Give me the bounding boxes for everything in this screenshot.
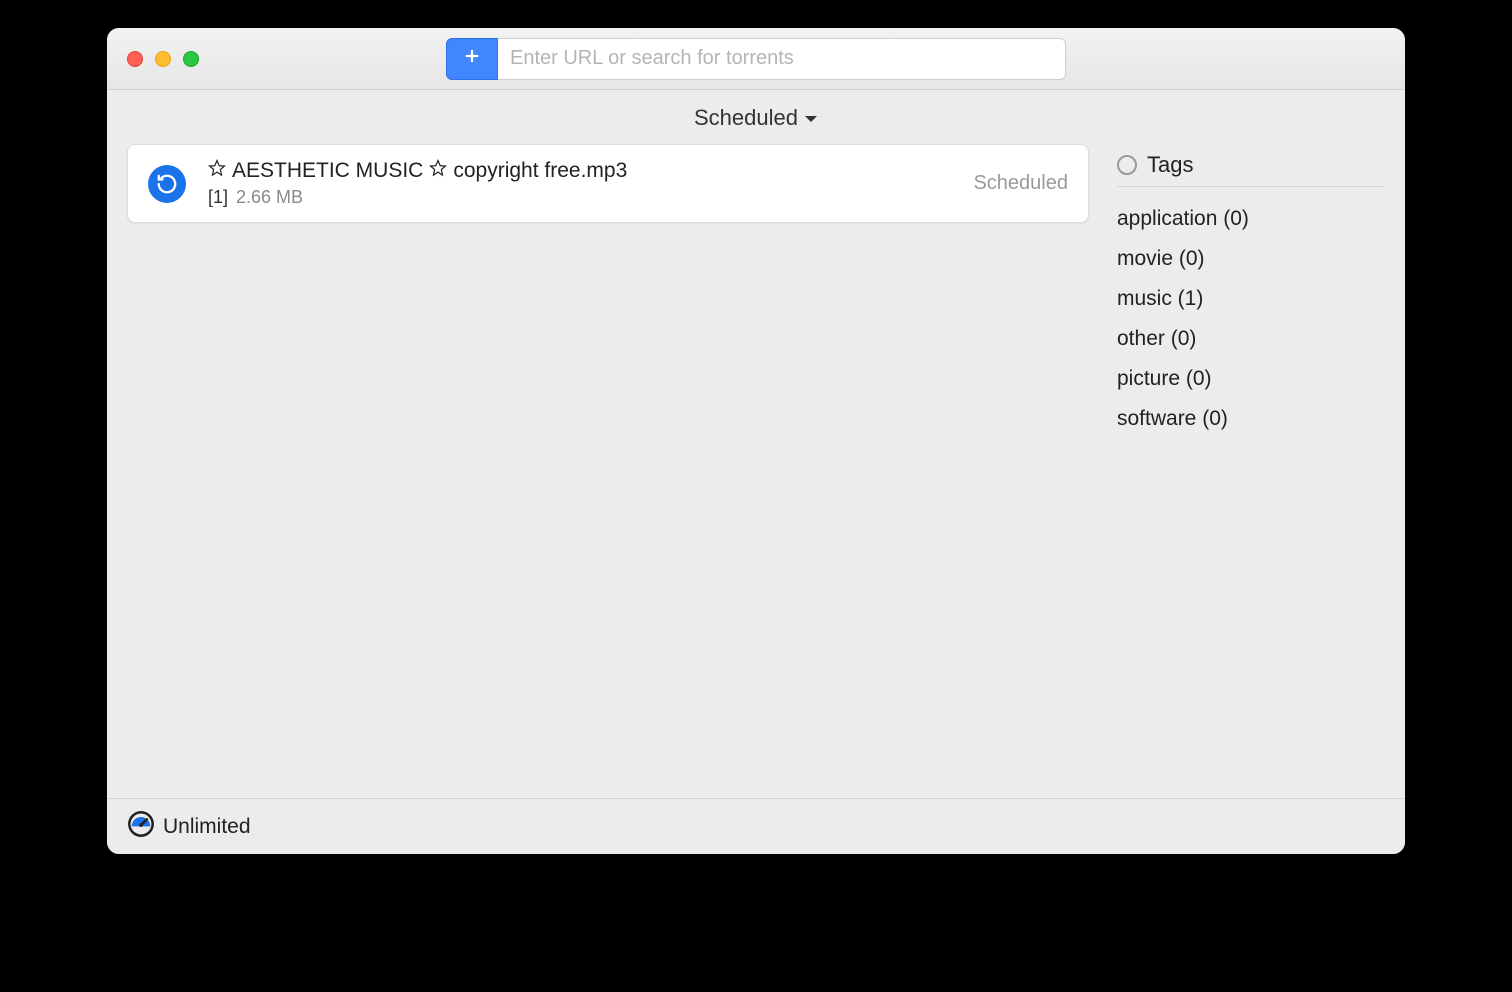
tag-item-software[interactable]: software (0) bbox=[1117, 399, 1385, 439]
download-title-text-2: copyright free.mp3 bbox=[453, 159, 627, 183]
download-info: AESTHETIC MUSIC copyright free.mp3 [1] 2… bbox=[208, 159, 951, 208]
speedometer-icon[interactable] bbox=[127, 810, 155, 843]
scheduled-icon bbox=[148, 165, 186, 203]
download-status: Scheduled bbox=[973, 172, 1068, 195]
tag-item-movie[interactable]: movie (0) bbox=[1117, 239, 1385, 279]
plus-icon bbox=[463, 47, 481, 70]
main-area: AESTHETIC MUSIC copyright free.mp3 [1] 2… bbox=[107, 138, 1405, 798]
window-controls bbox=[127, 51, 199, 67]
star-icon bbox=[208, 159, 226, 183]
filter-label: Scheduled bbox=[694, 105, 798, 131]
filter-dropdown[interactable]: Scheduled bbox=[694, 105, 818, 131]
downloads-list: AESTHETIC MUSIC copyright free.mp3 [1] 2… bbox=[127, 144, 1089, 798]
download-index: [1] bbox=[208, 187, 228, 208]
download-title: AESTHETIC MUSIC copyright free.mp3 bbox=[208, 159, 951, 183]
titlebar bbox=[107, 28, 1405, 90]
chevron-down-icon bbox=[804, 111, 818, 129]
maximize-button[interactable] bbox=[183, 51, 199, 67]
minimize-button[interactable] bbox=[155, 51, 171, 67]
filter-row: Scheduled bbox=[107, 90, 1405, 138]
download-title-text-1: AESTHETIC MUSIC bbox=[232, 159, 423, 183]
tags-radio-icon[interactable] bbox=[1117, 155, 1137, 175]
tag-item-application[interactable]: application (0) bbox=[1117, 199, 1385, 239]
search-input[interactable] bbox=[498, 38, 1066, 80]
tag-item-picture[interactable]: picture (0) bbox=[1117, 359, 1385, 399]
tag-item-music[interactable]: music (1) bbox=[1117, 279, 1385, 319]
download-size: 2.66 MB bbox=[236, 187, 303, 208]
speed-label: Unlimited bbox=[163, 815, 251, 839]
content-area: Scheduled bbox=[107, 90, 1405, 854]
download-subinfo: [1] 2.66 MB bbox=[208, 187, 951, 208]
tag-item-other[interactable]: other (0) bbox=[1117, 319, 1385, 359]
download-item[interactable]: AESTHETIC MUSIC copyright free.mp3 [1] 2… bbox=[127, 144, 1089, 223]
search-area bbox=[446, 38, 1066, 80]
status-bar: Unlimited bbox=[107, 798, 1405, 854]
add-button[interactable] bbox=[446, 38, 498, 80]
tags-header-label: Tags bbox=[1147, 152, 1193, 178]
tags-header: Tags bbox=[1117, 152, 1385, 187]
star-icon bbox=[429, 159, 447, 183]
close-button[interactable] bbox=[127, 51, 143, 67]
app-window: Scheduled bbox=[107, 28, 1405, 854]
tags-sidebar: Tags application (0) movie (0) music (1)… bbox=[1117, 144, 1385, 798]
